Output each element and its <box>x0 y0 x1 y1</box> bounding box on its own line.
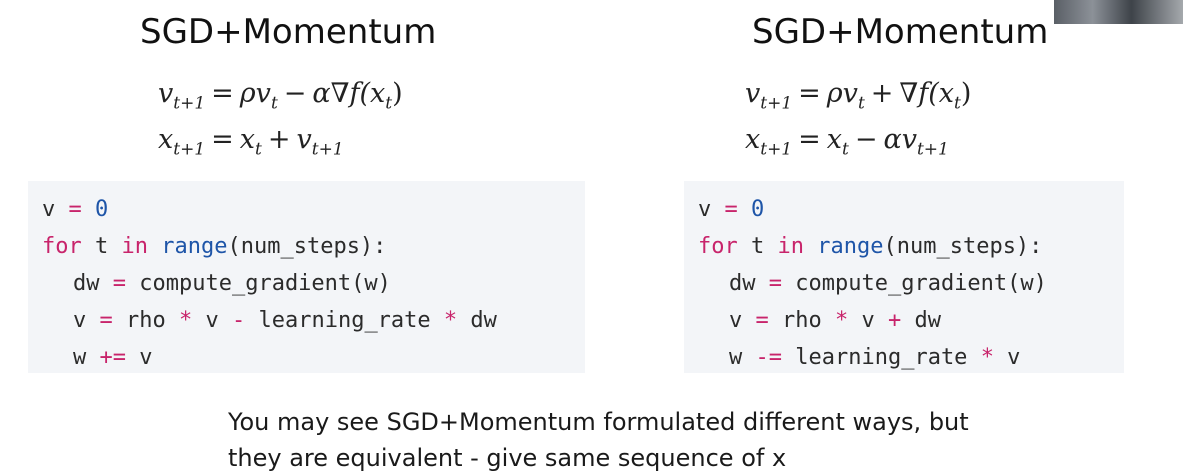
left-equation-velocity: vt+1 = ρvt − α∇f(xt) <box>158 78 403 114</box>
caption-line-2: they are equivalent - give same sequence… <box>228 444 787 472</box>
right-equation-position: xt+1 = xt − αvt+1 <box>745 124 949 160</box>
code-token: for <box>42 234 82 259</box>
left-equation-position: xt+1 = xt + vt+1 <box>158 124 344 160</box>
code-token: = <box>755 308 769 333</box>
code-line: v = 0 <box>684 191 1124 228</box>
code-token: dw <box>73 271 113 296</box>
code-token: in <box>777 234 805 259</box>
code-token: v <box>729 308 756 333</box>
right-equation-velocity: vt+1 = ρvt + ∇f(xt) <box>745 78 972 114</box>
code-token: = <box>68 197 82 222</box>
code-token: * <box>443 308 458 333</box>
code-token: dw <box>901 308 941 333</box>
code-token: v <box>993 345 1021 370</box>
code-line: v = 0 <box>28 191 585 228</box>
caption: You may see SGD+Momentum formulated diff… <box>228 404 1108 476</box>
caption-line-1: You may see SGD+Momentum formulated diff… <box>228 408 969 436</box>
code-token: rho <box>768 308 835 333</box>
code-token: = <box>768 271 782 296</box>
code-token: t <box>737 234 778 259</box>
webcam-thumbnail <box>1054 0 1183 24</box>
code-token: w <box>729 345 756 370</box>
code-token: - <box>231 308 246 333</box>
code-token: v <box>73 308 100 333</box>
left-title: SGD+Momentum <box>140 12 437 52</box>
code-token: + <box>887 308 902 333</box>
code-line: v = rho * v + dw <box>684 302 1124 339</box>
code-token: += <box>99 345 127 370</box>
code-token: = <box>99 308 113 333</box>
right-code-block: v = 0 for t in range(num_steps): dw = comp… <box>684 181 1124 373</box>
code-token: learning_rate <box>782 345 981 370</box>
code-token: = <box>112 271 126 296</box>
code-token: compute_gradient(w) <box>126 271 391 296</box>
code-line: v = rho * v - learning_rate * dw <box>28 302 585 339</box>
code-line: for t in range(num_steps): <box>28 228 585 265</box>
code-line: w -= learning_rate * v <box>684 339 1124 376</box>
code-token: 0 <box>751 197 765 222</box>
code-token: in <box>121 234 149 259</box>
code-token: * <box>980 345 994 370</box>
code-token: = <box>724 197 738 222</box>
code-token: * <box>834 308 849 333</box>
code-token: v <box>126 345 153 370</box>
left-code-block: v = 0 for t in range(num_steps): dw = comp… <box>28 181 585 373</box>
code-token: range <box>161 234 228 259</box>
code-token: v <box>848 308 888 333</box>
code-token: v <box>42 197 69 222</box>
code-token: v <box>698 197 725 222</box>
code-token: (num_steps): <box>883 234 1043 259</box>
code-token: dw <box>729 271 769 296</box>
code-token: rho <box>112 308 179 333</box>
code-line: dw = compute_gradient(w) <box>28 265 585 302</box>
code-token: learning_rate <box>245 308 444 333</box>
code-token: * <box>178 308 193 333</box>
code-token: (num_steps): <box>227 234 387 259</box>
code-token: dw <box>457 308 497 333</box>
code-token: v <box>192 308 232 333</box>
code-token: -= <box>755 345 783 370</box>
right-title: SGD+Momentum <box>752 12 1049 52</box>
code-token: 0 <box>95 197 109 222</box>
code-token: range <box>817 234 884 259</box>
code-line: dw = compute_gradient(w) <box>684 265 1124 302</box>
code-line: w += v <box>28 339 585 376</box>
code-token: w <box>73 345 100 370</box>
code-token: t <box>81 234 122 259</box>
code-line: for t in range(num_steps): <box>684 228 1124 265</box>
code-token: compute_gradient(w) <box>782 271 1047 296</box>
code-token: for <box>698 234 738 259</box>
